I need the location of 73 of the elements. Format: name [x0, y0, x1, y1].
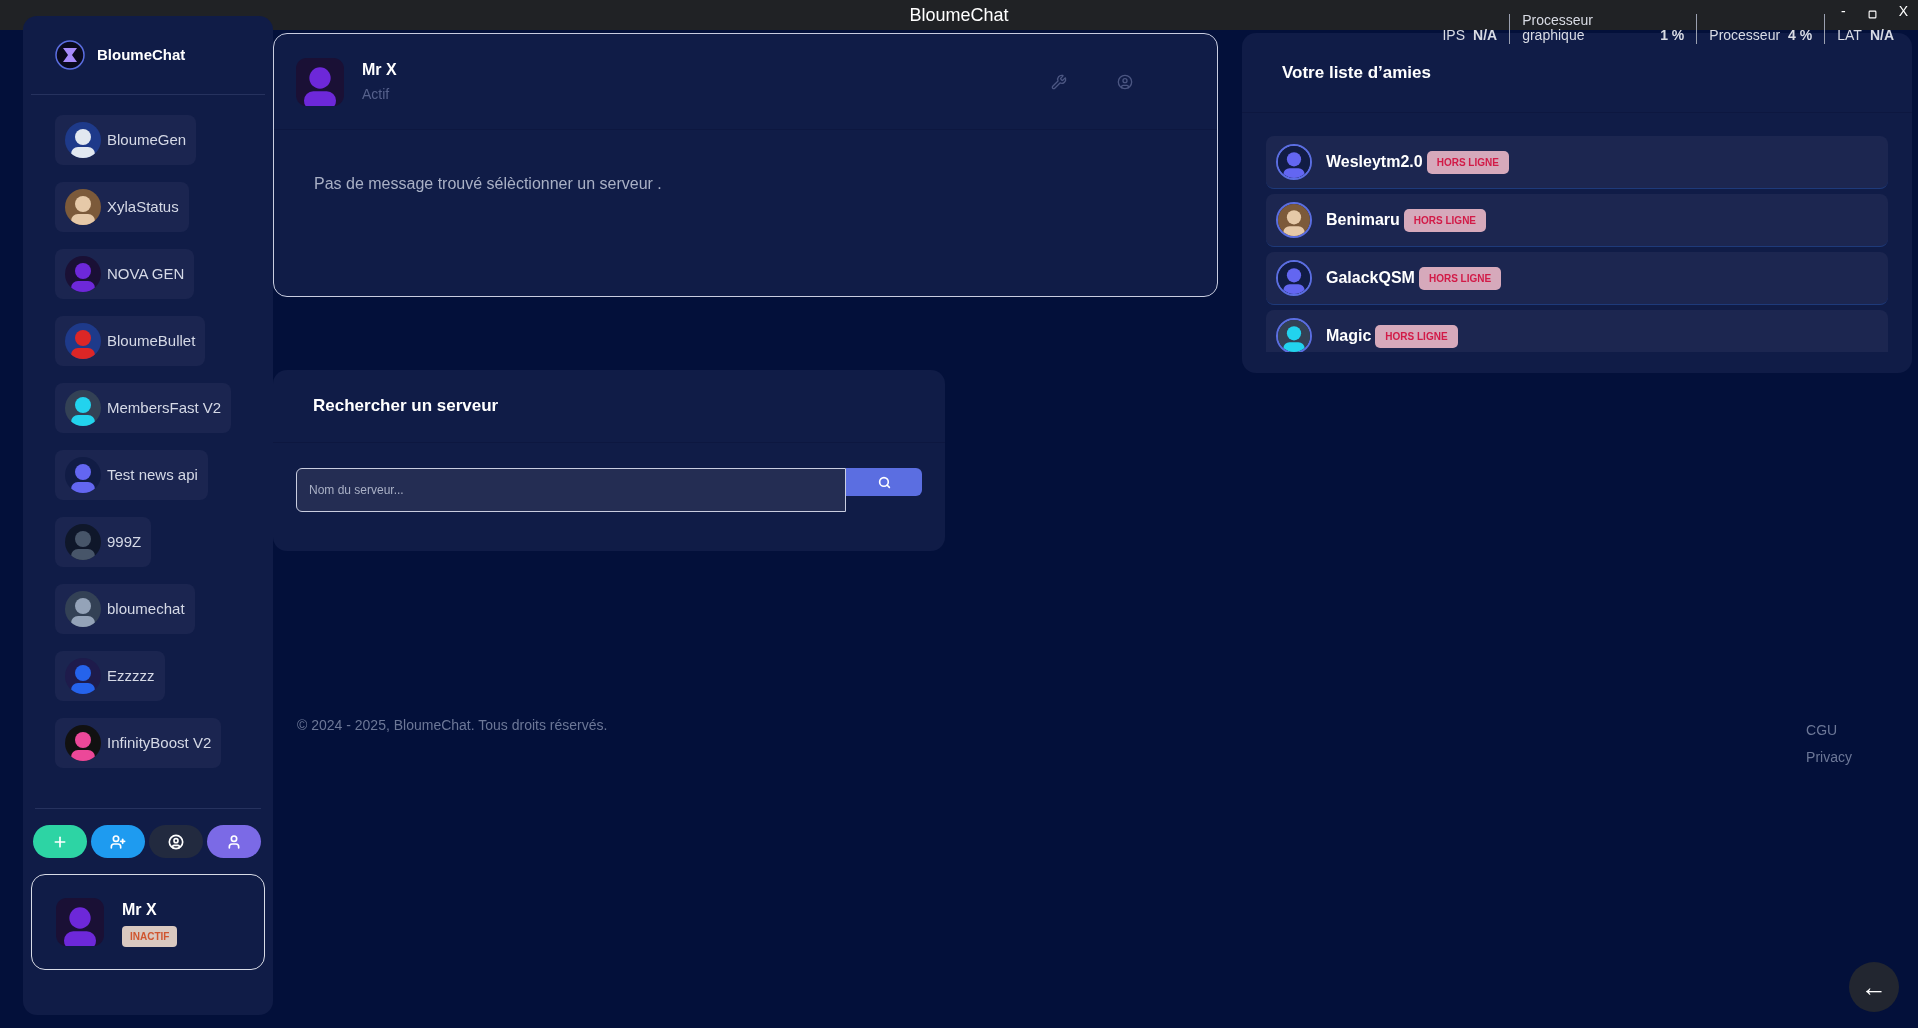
friend-item[interactable]: Benimaru HORS LIGNE: [1266, 194, 1888, 247]
friend-name: Magic: [1326, 326, 1372, 346]
stat-label: IPS: [1442, 28, 1466, 43]
friend-name: GalackQSM: [1326, 268, 1415, 288]
avatar: [56, 898, 104, 946]
friend-item[interactable]: GalackQSM HORS LIGNE: [1266, 252, 1888, 305]
avatar: [65, 256, 101, 292]
avatar: [296, 57, 344, 106]
friend-item[interactable]: Wesleytm2.0 HORS LIGNE: [1266, 136, 1888, 189]
server-item[interactable]: 999Z: [55, 517, 152, 567]
minimize-button[interactable]: -: [1841, 4, 1846, 18]
avatar: [65, 189, 101, 225]
avatar: [1278, 320, 1310, 352]
user-name: Mr X: [362, 60, 397, 80]
window-title: BloumeChat: [909, 3, 1009, 27]
avatar: [65, 323, 101, 359]
footer-link[interactable]: CGU: [1806, 720, 1838, 741]
server-item[interactable]: XylaStatus: [55, 182, 189, 232]
user-status: Actif: [362, 85, 391, 104]
close-button[interactable]: X: [1898, 4, 1908, 18]
status-badge: HORS LIGNE: [1426, 150, 1509, 174]
avatar: [1278, 146, 1310, 178]
stat-label: LAT: [1837, 28, 1862, 43]
avatar: [65, 524, 101, 560]
stat-label: Processeur graphique: [1522, 13, 1594, 43]
avatar: [1278, 262, 1310, 294]
avatar: [65, 390, 101, 426]
server-item[interactable]: MembersFast V2: [55, 383, 232, 433]
user-icon: [226, 833, 242, 850]
empty-message: Pas de message trouvé sélèctionner un serveur .: [313, 174, 663, 194]
stat-value: N/A: [1869, 28, 1894, 43]
status-badge: HORS LIGNE: [1375, 324, 1458, 348]
avatar: [1278, 204, 1310, 236]
user-plus-icon: [110, 833, 126, 850]
avatar: [65, 591, 101, 627]
user-circle-icon: [168, 833, 184, 850]
avatar: [65, 122, 101, 158]
brand-name: BloumeChat: [97, 44, 186, 65]
friend-name: Wesleytm2.0: [1326, 152, 1423, 172]
footer-link[interactable]: Privacy: [1806, 747, 1852, 768]
user-name: Mr X: [122, 899, 157, 920]
add-friend-button[interactable]: [91, 825, 145, 858]
server-item[interactable]: NOVA GEN: [55, 249, 195, 299]
avatar: [65, 725, 101, 761]
status-badge: INACTIF: [122, 925, 178, 947]
search-icon: [877, 475, 891, 489]
profile-button[interactable]: [149, 825, 203, 858]
server-item[interactable]: BloumeBullet: [55, 316, 206, 366]
server-item[interactable]: bloumechat: [55, 584, 195, 634]
server-item[interactable]: Ezzzzz: [55, 651, 165, 701]
maximize-icon[interactable]: [1867, 10, 1877, 19]
server-item[interactable]: Test news api: [55, 450, 208, 500]
stat-label: Processeur: [1709, 28, 1781, 43]
search-button[interactable]: [846, 468, 922, 496]
server-item[interactable]: InfinityBoost V2: [55, 718, 222, 768]
search-field[interactable]: Nom du serveur...: [296, 468, 846, 512]
status-badge: HORS LIGNE: [1418, 266, 1502, 290]
logo-icon: [55, 40, 85, 70]
account-button[interactable]: [207, 825, 261, 858]
copyright-text: © 2024 - 2025, BloumeChat. Tous droits réservés.: [297, 716, 609, 735]
create-button[interactable]: [33, 825, 87, 858]
panel-title: Votre liste d’amies: [1282, 61, 1431, 84]
back-button[interactable]: ←: [1849, 962, 1899, 1012]
server-item[interactable]: BloumeGen: [55, 115, 197, 165]
panel-title: Rechercher un serveur: [313, 395, 499, 418]
avatar: [65, 457, 101, 493]
stat-value: N/A: [1473, 28, 1498, 43]
friend-name: Benimaru: [1326, 210, 1400, 230]
stat-value: 4 %: [1788, 28, 1813, 43]
avatar: [65, 658, 101, 694]
friend-item[interactable]: Magic HORS LIGNE: [1266, 310, 1888, 352]
stat-value: 1 %: [1660, 28, 1685, 43]
status-badge: HORS LIGNE: [1403, 208, 1487, 232]
